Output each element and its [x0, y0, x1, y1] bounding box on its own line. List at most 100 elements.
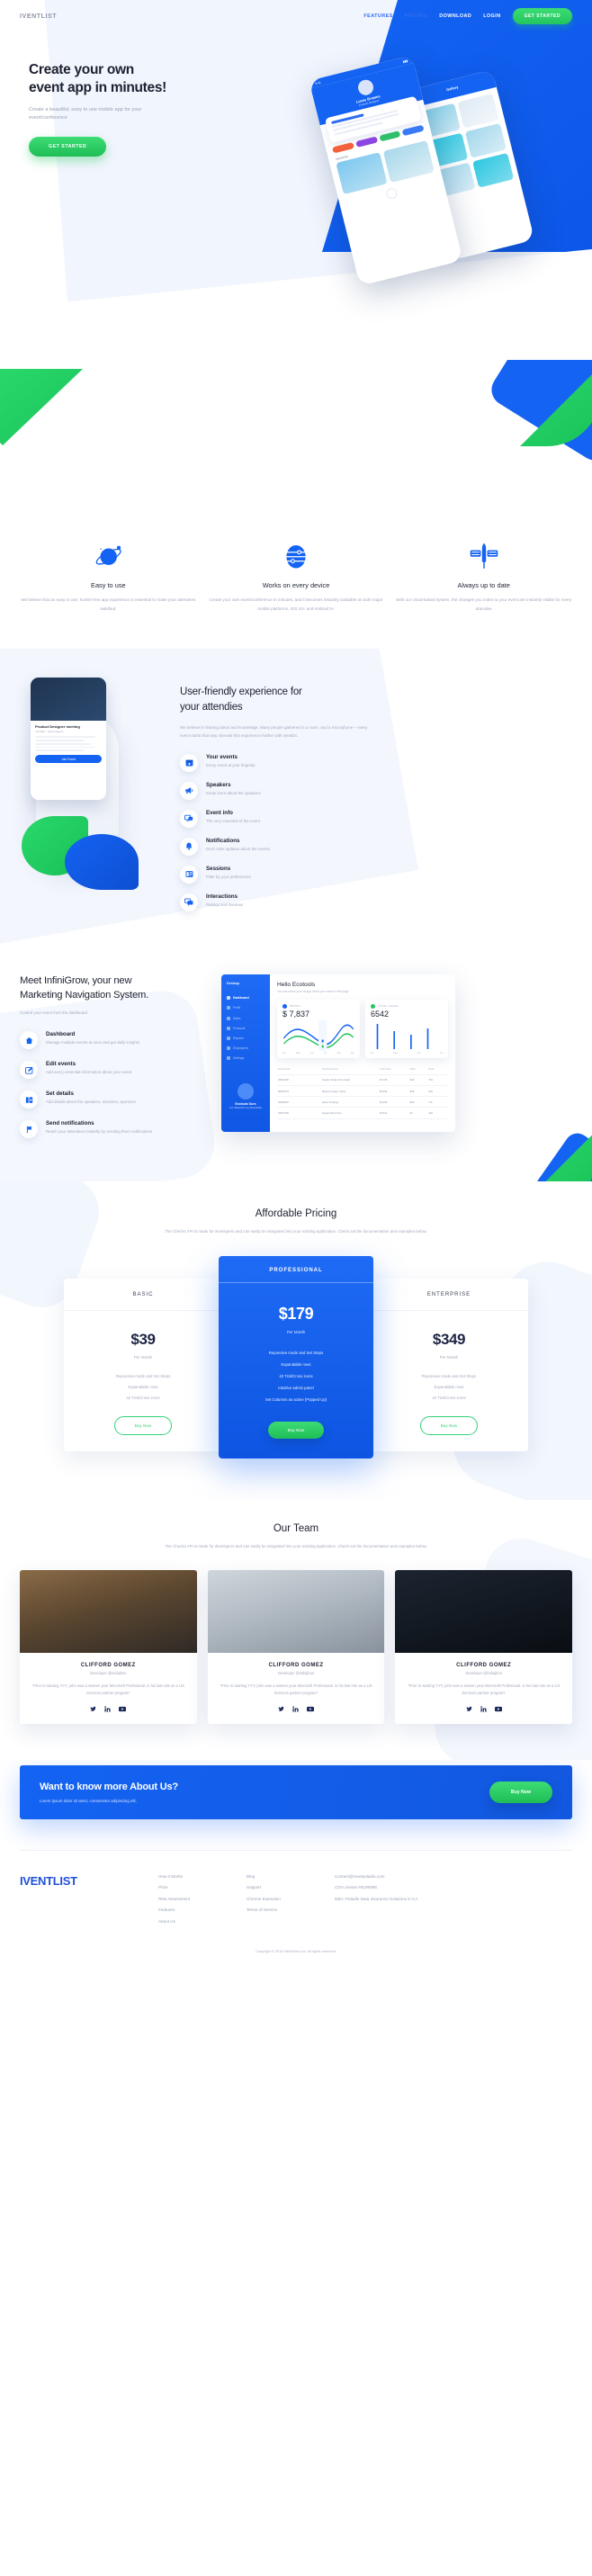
cta-section: Want to know more About Us? Lorem ipsum … — [0, 1759, 592, 1850]
sidebar-item-profit[interactable]: Profit — [227, 1003, 265, 1013]
footer-copyright: Copyright © 2018 InfiniGrow Ltd. All rig… — [256, 1948, 336, 1953]
footer-link-how-it-works[interactable]: How it Works — [158, 1874, 234, 1879]
sidebar-item-sales[interactable]: Sales — [227, 1013, 265, 1023]
plan-buy-button[interactable]: Buy Now — [419, 1416, 479, 1436]
sales-label: TOTAL SALES — [371, 1003, 443, 1009]
user-friendly-title: User-friendly experience for your attend… — [180, 685, 572, 714]
plan-features: Reponsive mode and Set Steps Expandable … — [219, 1351, 373, 1402]
join-event-button[interactable]: Join Event — [35, 755, 102, 764]
nav-get-started-button[interactable]: GET STARTED — [512, 8, 572, 24]
profit-card: PROFIT $ 7,837 Apr May Jun Jul Aug Sep — [277, 999, 360, 1058]
linkedin-icon[interactable] — [480, 1705, 487, 1712]
sidebar-item-settings[interactable]: Settings — [227, 1054, 265, 1064]
features-section: Easy to use We believe that an easy to u… — [0, 531, 592, 650]
satellite-icon — [395, 536, 572, 576]
linkedin-icon[interactable] — [292, 1705, 299, 1712]
sales-chart-axis: Apr May Jun Jul — [371, 1051, 443, 1055]
plan-name: ENTERPRISE — [370, 1279, 528, 1312]
twitter-icon[interactable] — [90, 1706, 96, 1712]
linkedin-icon[interactable] — [104, 1705, 111, 1712]
item-title: Dashboard — [46, 1031, 76, 1038]
item-subtitle: Add every essential information about yo… — [46, 1070, 132, 1075]
list-item[interactable]: Sessions Filter by your preferences — [180, 865, 572, 884]
nav-link-download[interactable]: DOWNLOAD — [439, 13, 471, 19]
list-item[interactable]: Notifications Don't miss updates about t… — [180, 837, 572, 856]
footer-column-3: Contact@meetpaladin.com CDI License #0L8… — [335, 1874, 452, 1924]
item-subtitle: Filter by your preferences — [206, 874, 251, 879]
twitter-icon[interactable] — [278, 1706, 284, 1712]
hero-title-line2: event app in minutes! — [29, 79, 167, 95]
plan-feature: Reponsive mode and Set Steps — [268, 1350, 324, 1355]
dashboard-mockup: Drshop Dashboard Profit Sales Products R… — [221, 974, 592, 1139]
top-navbar: IVENTLIST FEATURES PRICING DOWNLOAD LOGI… — [0, 0, 592, 32]
footer-link-terms-of-service[interactable]: Terms of Service — [247, 1907, 322, 1912]
nav-dot-icon — [227, 1036, 230, 1040]
youtube-icon[interactable] — [119, 1706, 127, 1712]
youtube-icon[interactable] — [494, 1706, 502, 1712]
sidebar-item-products[interactable]: Products — [227, 1023, 265, 1033]
hero-title-line1: Create your own — [29, 62, 134, 77]
brand-logo[interactable]: IVENTLIST — [20, 13, 57, 20]
calendar-icon — [180, 753, 198, 772]
plan-price: $349 — [432, 1331, 466, 1349]
footer-column-1: How it Works Price Risk Assessment Featu… — [158, 1874, 234, 1924]
footer-link-chrome-extension[interactable]: Chrome Extension — [247, 1897, 322, 1901]
avatar — [355, 78, 375, 97]
planet-icon — [20, 536, 197, 576]
hand-phone-illustration: Product Designer meeting Yuri Dav · Lore… — [20, 672, 164, 911]
plan-basic: BASIC $39 Per Month Reponsive mode and S… — [64, 1279, 222, 1452]
sidebar-item-dashboard[interactable]: Dashboard — [227, 993, 265, 1003]
nav-link-features[interactable]: FEATURES — [363, 13, 392, 19]
plan-buy-button[interactable]: Buy Now — [267, 1421, 325, 1439]
phone-in-hand: Product Designer meeting Yuri Dav · Lore… — [31, 678, 106, 801]
text-line — [35, 746, 96, 749]
list-item[interactable]: Set details Add details about the speake… — [20, 1091, 209, 1109]
text-line — [35, 740, 85, 741]
nav-dot-icon — [227, 1046, 230, 1051]
list-item[interactable]: Speakers Know more about the speakers — [180, 781, 572, 800]
plan-name: PROFESSIONAL — [219, 1256, 373, 1283]
footer-link-about-us[interactable]: About Us — [158, 1919, 234, 1924]
sidebar-item-employees[interactable]: Employees — [227, 1044, 265, 1054]
list-item[interactable]: Your events Every event at your fingerti… — [180, 753, 572, 772]
avatar — [238, 1082, 254, 1100]
cta-buy-now-button[interactable]: Buy Now — [489, 1781, 552, 1803]
footer-link-features[interactable]: Features — [158, 1907, 234, 1912]
member-socials — [208, 1705, 385, 1712]
footer-link-support[interactable]: Support — [247, 1885, 322, 1889]
sidebar-item-reports[interactable]: Reports — [227, 1033, 265, 1043]
plan-feature: Expandable rows — [281, 1361, 311, 1367]
member-socials — [20, 1705, 197, 1712]
list-item[interactable]: Interactions Ratings and Reviews — [180, 893, 572, 911]
item-subtitle: Reach your attendees instantly by sendin… — [46, 1129, 153, 1135]
nav-link-login[interactable]: LOGIN — [483, 13, 500, 19]
footer-link-blog[interactable]: Blog — [247, 1874, 322, 1879]
nav-link-pricing[interactable]: PRICING — [405, 13, 428, 19]
list-item[interactable]: Edit events Add every essential informat… — [20, 1061, 209, 1080]
dashboard-greeting: Hello Ecotools — [277, 981, 316, 988]
plan-price: $39 — [130, 1331, 156, 1349]
footer-link-risk-assessment[interactable]: Risk Assessment — [158, 1897, 234, 1901]
youtube-icon[interactable] — [307, 1706, 314, 1712]
plan-enterprise: ENTERPRISE $349 Per Month Reponsive mode… — [370, 1279, 528, 1452]
twitter-icon[interactable] — [466, 1706, 472, 1712]
footer: IVENTLIST How it Works Price Risk Assess… — [0, 1849, 592, 1968]
blue-dot-icon — [283, 1003, 287, 1009]
team-subtitle: The Checks API is made for developers an… — [165, 1543, 427, 1548]
plan-price: $179 — [278, 1304, 314, 1323]
list-item[interactable]: Send notifications Reach your attendees … — [20, 1120, 209, 1139]
list-item[interactable]: Event info The very essential of the eve… — [180, 809, 572, 828]
user-friendly-section: Product Designer meeting Yuri Dav · Lore… — [0, 649, 592, 947]
item-title: Sessions — [206, 865, 231, 872]
home-button-icon — [385, 187, 399, 201]
footer-contact-email[interactable]: Contact@meetpaladin.com — [335, 1874, 452, 1879]
footer-link-price[interactable]: Price — [158, 1885, 234, 1889]
plan-buy-button[interactable]: Buy Now — [113, 1416, 173, 1436]
dashboard-product-table: Product ID Product Name Total View Price… — [277, 1064, 448, 1119]
item-title: Set details — [46, 1091, 74, 1098]
feature-body: With our cloud-based system, the changes… — [396, 597, 572, 611]
user-friendly-feature-list: Your events Every event at your fingerti… — [180, 753, 572, 911]
user-role: Live Beautiful Live Beautifully — [229, 1105, 263, 1109]
hero-get-started-button[interactable]: GET STARTED — [29, 137, 107, 157]
list-item[interactable]: Dashboard Manage multiple events at once… — [20, 1031, 209, 1050]
